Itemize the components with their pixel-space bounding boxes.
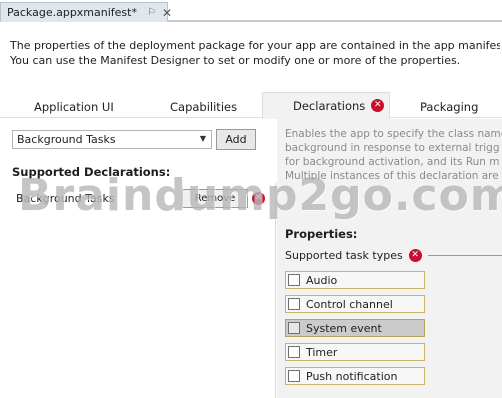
checkbox-label: Audio [306,273,338,287]
checkbox-label: Control channel [306,297,393,311]
declaration-description: Enables the app to specify the class nam… [285,127,502,183]
tab-application-ui[interactable]: Application UI [34,95,114,119]
declaration-details-panel: Enables the app to specify the class nam… [277,119,502,398]
pin-icon[interactable]: ⚐ [147,7,156,18]
description-line: background in response to external trigg [285,142,500,154]
tab-label: Declarations [293,98,366,113]
add-button[interactable]: Add [216,129,256,150]
declaration-label: Background Tasks [16,191,115,205]
tab-declarations[interactable]: Declarations ✕ [262,92,390,119]
tab-label: Packaging [420,100,479,114]
document-tab-title: Package.appxmanifest* [7,6,137,19]
task-type-push-notification[interactable]: Push notification [285,367,425,385]
chevron-down-icon: ▼ [199,134,206,143]
checkbox-label: System event [306,321,382,335]
list-item[interactable]: Background Tasks Remove ✕ [12,187,272,209]
checkbox[interactable] [288,370,300,382]
description-line: Enables the app to specify the class nam… [285,128,502,140]
tab-label: Application UI [34,100,114,114]
tab-packaging[interactable]: Packaging [420,95,478,119]
task-type-system-event[interactable]: System event [285,319,425,337]
error-icon: ✕ [371,99,385,112]
checkbox-label: Push notification [306,369,398,383]
available-declarations-dropdown[interactable]: Background Tasks ▼ [12,130,212,149]
intro-line-2: You can use the Manifest Designer to set… [10,54,461,67]
dropdown-value: Background Tasks [17,133,116,146]
supported-task-types-header: Supported task types ✕ [285,249,502,262]
manifest-tabs: Application UI Capabilities Declarations… [0,92,502,119]
checkbox[interactable] [288,322,300,334]
document-tab-strip: Package.appxmanifest* ⚐ ✕ [0,0,502,22]
divider [427,255,502,256]
intro-line-1: The properties of the deployment package… [10,39,500,52]
task-type-timer[interactable]: Timer [285,343,425,361]
close-icon[interactable]: ✕ [162,6,172,20]
tab-label: Capabilities [170,100,238,114]
properties-title: Properties: [285,227,358,241]
checkbox[interactable] [288,274,300,286]
tab-capabilities[interactable]: Capabilities [170,95,237,119]
document-tab[interactable]: Package.appxmanifest* ⚐ ✕ [0,2,172,22]
task-type-audio[interactable]: Audio [285,271,425,289]
remove-button-label: Remove [194,193,236,204]
checkbox[interactable] [288,346,300,358]
intro-text: The properties of the deployment package… [10,38,500,68]
error-icon: ✕ [252,192,265,205]
description-line: for background activation, and its Run m [285,156,500,168]
checkbox-label: Timer [306,345,338,359]
task-type-control-channel[interactable]: Control channel [285,295,425,313]
error-icon: ✕ [408,249,422,262]
supported-declarations-title: Supported Declarations: [12,165,171,179]
description-line: Multiple instances of this declaration a… [285,170,499,182]
checkbox[interactable] [288,298,300,310]
supported-declarations-list: Background Tasks Remove ✕ [12,183,276,398]
remove-button[interactable]: Remove [182,189,248,208]
supported-task-types-label: Supported task types [285,249,403,262]
